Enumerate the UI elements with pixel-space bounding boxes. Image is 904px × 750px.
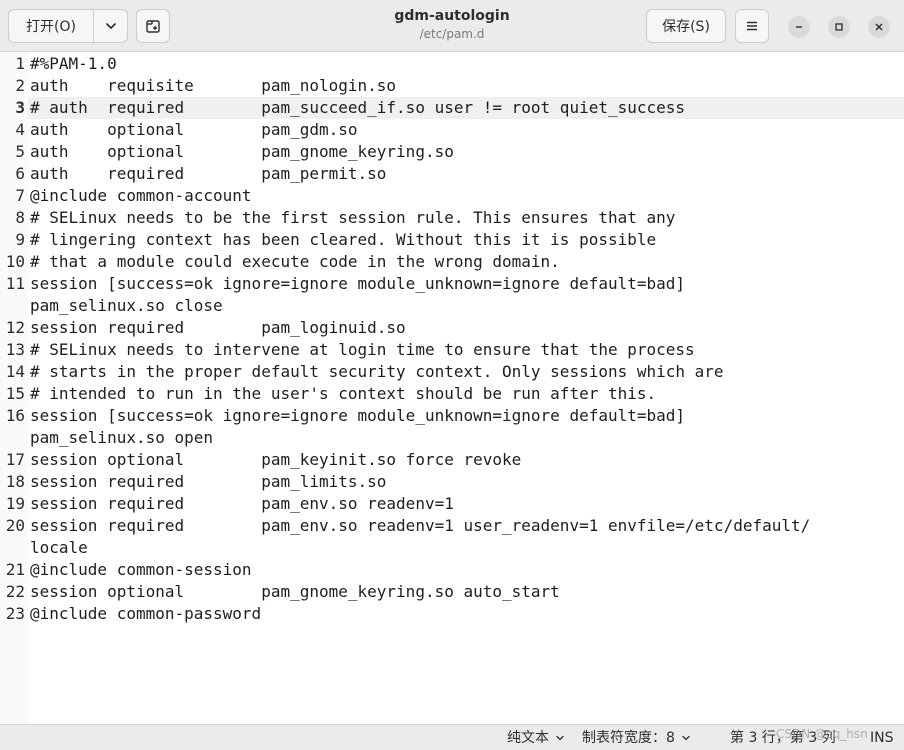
tab-width-selector[interactable]: 制表符宽度：8 xyxy=(582,729,691,747)
code-line[interactable]: # starts in the proper default security … xyxy=(30,361,724,383)
line-number: 5 xyxy=(15,142,25,161)
editor-area[interactable]: 1 2 3 4 5 6 7 8 9 10 11 12 13 14 15 16 17 18 19 20 21 22 23 #%… xyxy=(0,52,904,724)
code-line[interactable]: # lingering context has been cleared. Wi… xyxy=(30,229,656,251)
code-line[interactable]: session required pam_limits.so xyxy=(30,471,386,493)
close-button[interactable] xyxy=(868,16,890,38)
open-button[interactable]: 打开(O) xyxy=(9,10,94,42)
code-line[interactable]: auth optional pam_gdm.so xyxy=(30,119,358,141)
status-bar: 纯文本 制表符宽度：8 第 3 行，第 3 列 INS xyxy=(0,724,904,750)
code-line[interactable]: # intended to run in the user's context … xyxy=(30,383,656,405)
code-line[interactable]: @include common-password xyxy=(30,603,261,625)
code-line[interactable]: auth requisite pam_nologin.so xyxy=(30,75,396,97)
code-line[interactable]: locale xyxy=(30,537,88,559)
code-line[interactable]: session [success=ok ignore=ignore module… xyxy=(30,405,685,427)
line-number-gutter: 1 2 3 4 5 6 7 8 9 10 11 12 13 14 15 16 17 18 19 20 21 22 23 xyxy=(0,52,28,724)
line-number: 10 xyxy=(5,252,25,271)
line-number: 3 xyxy=(15,98,25,117)
line-number: 4 xyxy=(15,120,25,139)
chevron-down-icon xyxy=(556,735,564,741)
language-selector[interactable]: 纯文本 xyxy=(507,729,565,747)
window-title: gdm-autologin xyxy=(394,8,510,24)
new-tab-icon xyxy=(146,20,160,33)
save-button[interactable]: 保存(S) xyxy=(646,9,726,43)
line-number: 20 xyxy=(5,516,25,535)
line-number: 17 xyxy=(5,450,25,469)
close-icon xyxy=(875,23,883,31)
minimize-button[interactable] xyxy=(788,16,810,38)
title-block: gdm-autologin /etc/pam.d xyxy=(300,6,604,42)
line-number: 7 xyxy=(15,186,25,205)
code-line[interactable]: auth optional pam_gnome_keyring.so xyxy=(30,141,454,163)
open-button-group: 打开(O) xyxy=(8,9,128,43)
line-number: 8 xyxy=(15,208,25,227)
chevron-down-icon xyxy=(682,735,690,741)
code-line[interactable]: session required pam_env.so readenv=1 xyxy=(30,493,454,515)
code-line[interactable]: session optional pam_keyinit.so force re… xyxy=(30,449,521,471)
code-line[interactable]: auth required pam_permit.so xyxy=(30,163,386,185)
code-line[interactable]: pam_selinux.so close xyxy=(30,295,223,317)
line-number: 14 xyxy=(5,362,25,381)
new-tab-button[interactable] xyxy=(136,9,170,43)
line-number: 18 xyxy=(5,472,25,491)
line-number: 21 xyxy=(5,560,25,579)
code-line[interactable]: pam_selinux.so open xyxy=(30,427,213,449)
window-subtitle: /etc/pam.d xyxy=(419,27,485,41)
line-number: 1 xyxy=(15,54,25,73)
code-line[interactable]: # SELinux needs to be the first session … xyxy=(30,207,675,229)
line-number: 15 xyxy=(5,384,25,403)
chevron-down-icon xyxy=(105,23,116,29)
main-menu-button[interactable] xyxy=(735,9,769,43)
line-number: 23 xyxy=(5,604,25,623)
hamburger-menu-icon xyxy=(747,21,757,31)
code-line[interactable]: session [success=ok ignore=ignore module… xyxy=(30,273,685,295)
code-line[interactable]: @include common-account xyxy=(30,185,252,207)
line-number: 12 xyxy=(5,318,25,337)
code-line[interactable]: session optional pam_gnome_keyring.so au… xyxy=(30,581,560,603)
minimize-icon xyxy=(796,26,802,28)
line-number: 13 xyxy=(5,340,25,359)
code-line[interactable]: session required pam_loginuid.so xyxy=(30,317,406,339)
maximize-button[interactable] xyxy=(828,16,850,38)
text-editor-window: 打开(O) gdm-autologin /etc/pam.d 保存(S) 1 2… xyxy=(0,0,904,750)
language-label: 纯文本 xyxy=(507,730,549,746)
code-line[interactable]: @include common-session xyxy=(30,559,252,581)
insert-mode-indicator[interactable]: INS xyxy=(870,729,894,747)
open-dropdown-button[interactable] xyxy=(94,10,127,42)
code-line[interactable]: session required pam_env.so readenv=1 us… xyxy=(30,515,810,537)
cursor-position[interactable]: 第 3 行，第 3 列 xyxy=(730,729,836,747)
code-line[interactable]: #%PAM-1.0 xyxy=(30,53,117,75)
code-line[interactable]: # that a module could execute code in th… xyxy=(30,251,560,273)
line-number: 11 xyxy=(5,274,25,293)
header-bar: 打开(O) gdm-autologin /etc/pam.d 保存(S) xyxy=(0,0,904,52)
line-number: 2 xyxy=(15,76,25,95)
line-number: 9 xyxy=(15,230,25,249)
line-number: 16 xyxy=(5,406,25,425)
code-line[interactable]: # SELinux needs to intervene at login ti… xyxy=(30,339,695,361)
code-line[interactable]: # auth required pam_succeed_if.so user !… xyxy=(30,97,685,119)
line-number: 6 xyxy=(15,164,25,183)
line-number: 19 xyxy=(5,494,25,513)
maximize-icon xyxy=(835,23,843,31)
tab-width-label: 制表符宽度：8 xyxy=(582,730,675,746)
line-number: 22 xyxy=(5,582,25,601)
